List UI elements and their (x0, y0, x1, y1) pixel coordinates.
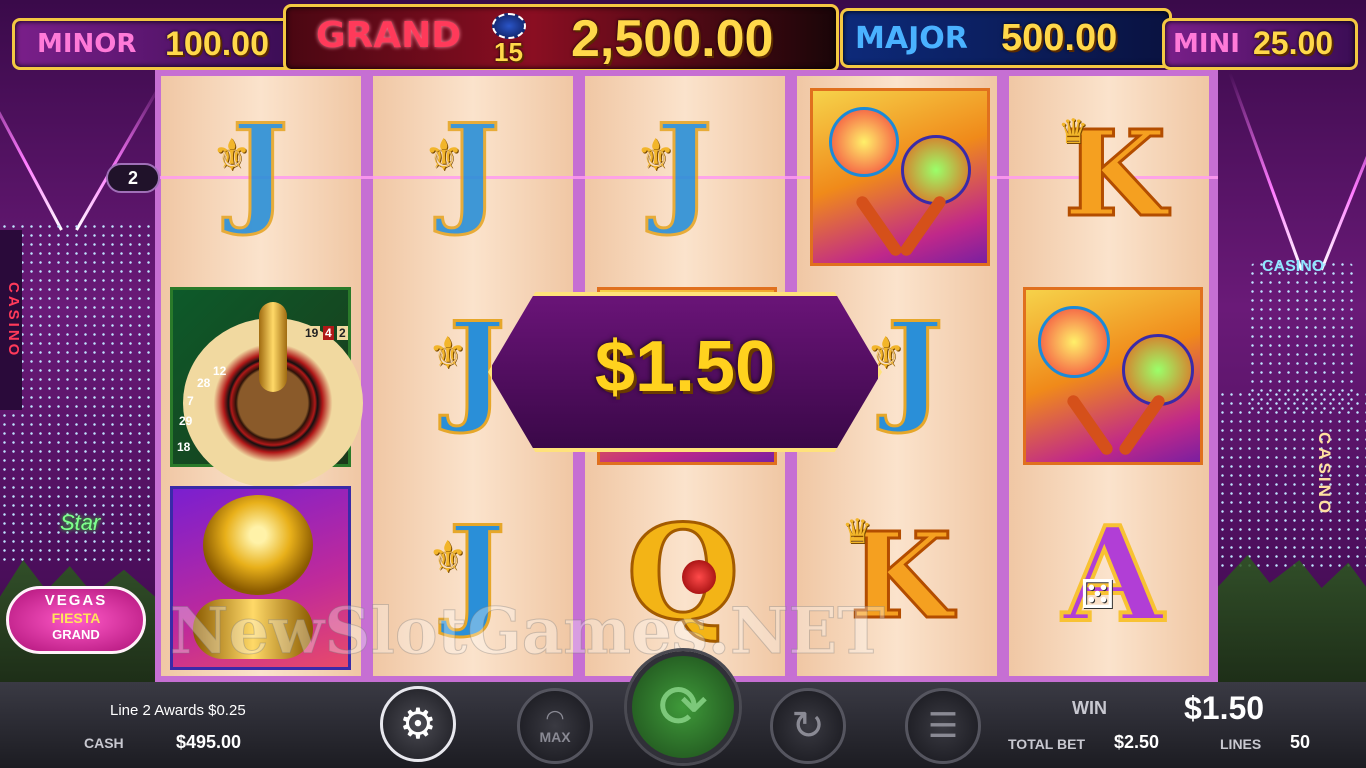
jackpot-grand-label: GRAND (316, 15, 462, 56)
light-beam (1228, 72, 1303, 271)
cash-value: $495.00 (176, 732, 242, 752)
lines-label: LINES (1220, 736, 1262, 752)
jackpot-grand-value: 2,500.00 (571, 10, 774, 68)
jackpot-grand: GRAND 15 2,500.00 (283, 4, 839, 72)
roulette-number: 28 (197, 376, 211, 390)
payline-marker: 2 (106, 163, 160, 193)
casino-sign-left: CASINO (0, 230, 22, 410)
logo-line2: FIESTA (51, 610, 101, 626)
spin-icon: ⟳ (657, 673, 709, 740)
jackpot-mini: MINI 25.00 (1162, 18, 1358, 70)
trumpet-icon (203, 495, 313, 595)
light-beam (0, 61, 63, 231)
casino-sign-right-side: CASINO (1315, 432, 1334, 517)
fleur-de-lis-icon: ⚜ (424, 131, 464, 180)
roulette-number: 4 (323, 326, 334, 340)
roulette-number: 12 (213, 364, 227, 378)
roulette-number: 2 (337, 326, 348, 340)
gear-icon: ⚙ (399, 700, 437, 747)
spin-button[interactable]: ⟳ (627, 651, 739, 763)
symbol-j: J (654, 97, 714, 241)
jackpot-minor: MINOR 100.00 (12, 18, 294, 70)
roulette-number: 19 (303, 326, 321, 340)
symbol-maracas (1023, 287, 1203, 465)
jackpot-mini-value: 25.00 (1253, 25, 1334, 61)
jackpot-major-label: MAJOR (855, 21, 968, 56)
maracas-handle (898, 193, 948, 259)
jackpot-minor-value: 100.00 (165, 25, 269, 63)
lines-value: 50 (1290, 732, 1311, 752)
win-label: WIN (1072, 698, 1107, 718)
max-label: MAX (539, 729, 571, 745)
casino-sign-right-top: CASINO (1262, 258, 1325, 275)
cash-label: CASH (84, 735, 124, 751)
fleur-de-lis-icon: ⚜ (428, 533, 468, 582)
symbol-roulette: 19 4 2 18 29 7 28 12 (170, 287, 363, 488)
maracas-handle (1065, 392, 1115, 458)
logo-line3: GRAND (52, 627, 100, 642)
roulette-spindle-icon (259, 302, 287, 392)
poker-chip-icon (492, 13, 526, 39)
settings-button[interactable]: ⚙ (380, 686, 456, 762)
palm-trees-right (1218, 555, 1366, 682)
casino-building-right (1218, 390, 1366, 570)
roulette-number: 18 (177, 440, 191, 454)
fleur-de-lis-icon: ⚜ (636, 131, 676, 180)
jackpot-grand-multiplier: 15 (494, 37, 523, 67)
roulette-number: 29 (179, 414, 193, 428)
crown-icon: ♛ (1058, 113, 1089, 151)
jackpot-minor-label: MINOR (37, 29, 137, 59)
autoplay-icon: ↻ (791, 704, 825, 748)
light-beam (1320, 74, 1366, 271)
autoplay-button[interactable]: ↻ (770, 688, 846, 764)
star-sign: Star (60, 510, 101, 535)
coin-stack-icon: ☰ (927, 707, 959, 745)
casino-tower-right (1248, 260, 1356, 410)
jackpot-mini-label: MINI (1173, 29, 1240, 59)
status-message: Line 2 Awards $0.25 (110, 702, 246, 719)
fleur-de-lis-icon: ⚜ (212, 131, 252, 180)
max-bet-button[interactable]: ◠ MAX (517, 688, 593, 764)
win-value: $1.50 (1184, 690, 1265, 726)
maracas-icon (901, 135, 971, 205)
maracas-icon (1038, 306, 1110, 378)
speedometer-icon: ◠ (545, 705, 565, 730)
maracas-icon (829, 107, 899, 177)
total-bet-label: TOTAL BET (1008, 736, 1085, 752)
fleur-de-lis-icon: ⚜ (428, 329, 468, 378)
roulette-number: 7 (187, 394, 194, 408)
maracas-handle (854, 193, 904, 259)
symbol-j: J (442, 97, 502, 241)
watermark: NewSlotGames.NET (170, 594, 886, 670)
dice-icon: ⚄ (1080, 573, 1115, 617)
symbol-maracas (810, 88, 990, 266)
total-bet-value: $2.50 (1114, 732, 1160, 752)
jackpot-major: MAJOR 500.00 (840, 8, 1172, 68)
logo-line1: VEGAS (44, 592, 108, 609)
symbol-j: J (230, 97, 290, 241)
bet-stack-button[interactable]: ☰ (905, 688, 981, 764)
rose-icon (682, 560, 716, 594)
crown-icon: ♛ (842, 513, 873, 551)
jackpot-major-value: 500.00 (1001, 17, 1118, 59)
win-banner-amount: $1.50 (594, 327, 776, 407)
light-beam (75, 82, 163, 231)
game-logo: VEGAS FIESTA GRAND (6, 586, 146, 654)
